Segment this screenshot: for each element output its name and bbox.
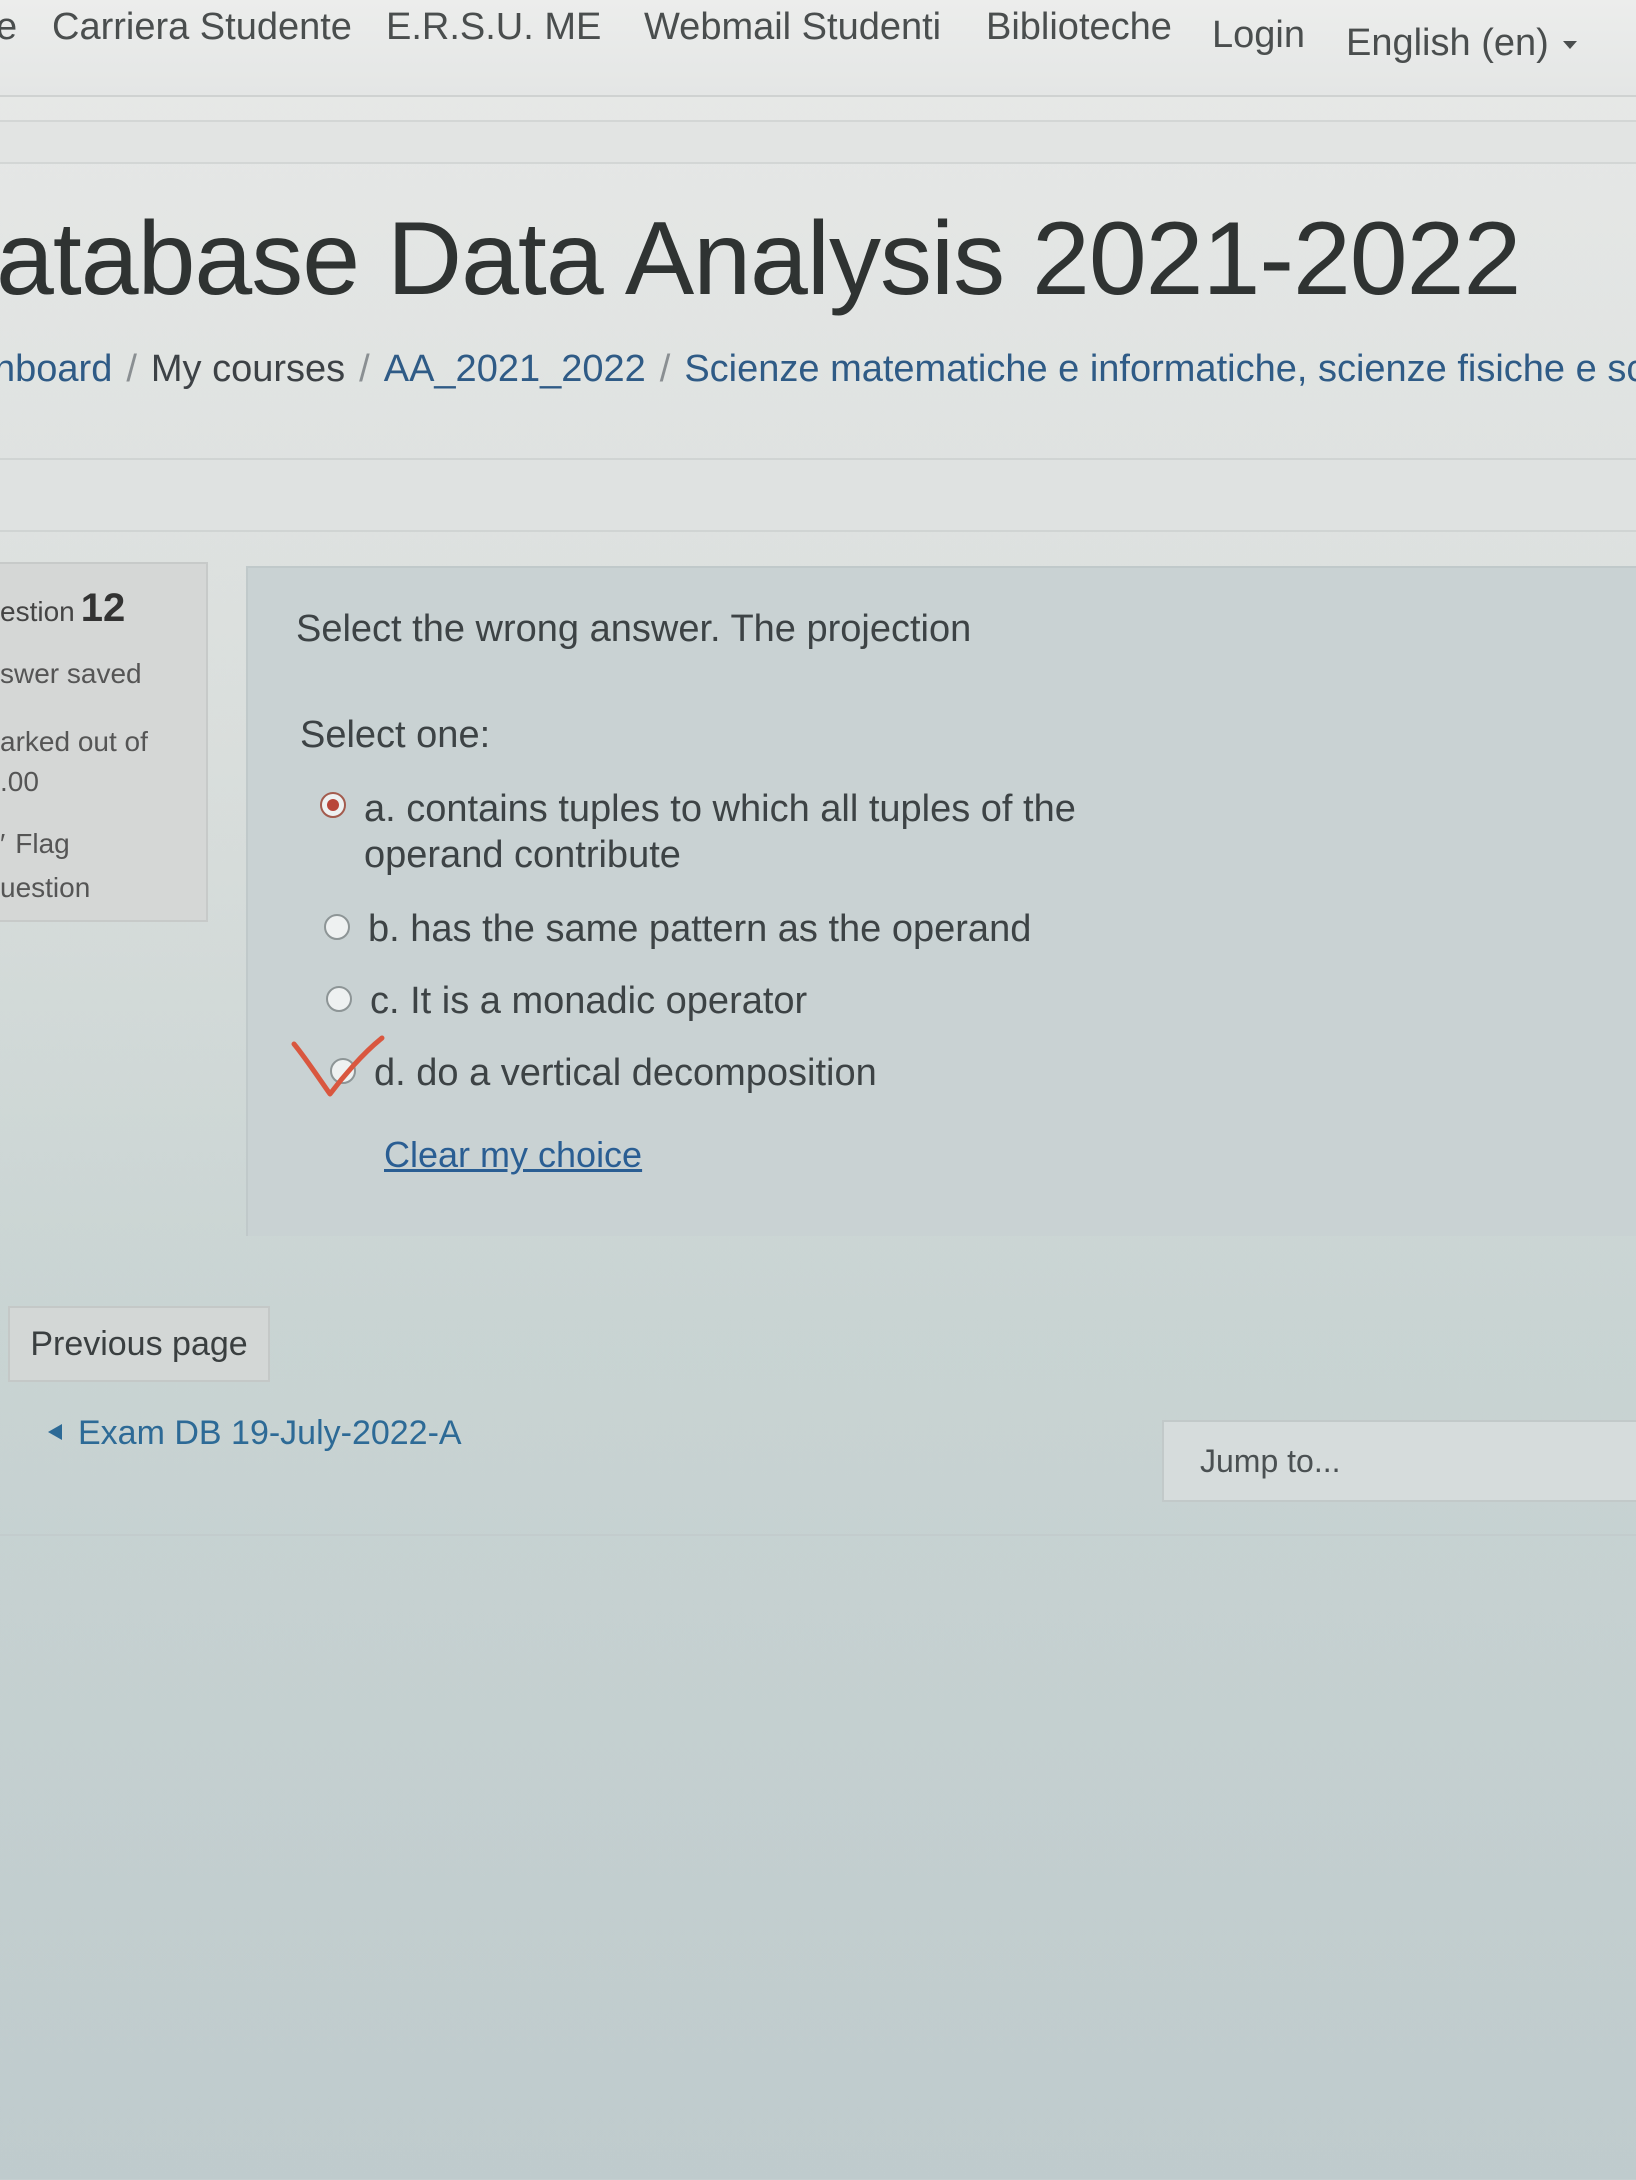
clear-choice-link[interactable]: Clear my choice — [384, 1134, 642, 1176]
question-grade-value: .00 — [0, 766, 39, 797]
nav-item-biblioteche[interactable]: Biblioteche — [986, 6, 1172, 49]
breadcrumb: nboard / My courses / AA_2021_2022 / Scienze m… — [0, 348, 1636, 391]
answer-option-a[interactable]: a. contains tuples to which all tuples o… — [320, 786, 1220, 882]
flag-label-line1: Flag — [15, 828, 70, 859]
nav-item-partial[interactable]: e — [0, 6, 17, 49]
question-state: swer saved — [0, 658, 142, 689]
question-info-panel: estion 12 swer saved arked out of .00 ′ Fl… — [0, 562, 208, 922]
question-number: estion 12 — [0, 586, 125, 631]
answer-option-c[interactable]: c. It is a monadic operator — [326, 980, 926, 1026]
breadcrumb-separator: / — [126, 348, 137, 390]
jump-to-select[interactable]: Jump to... — [1162, 1420, 1636, 1502]
handwritten-check-mark — [291, 1035, 385, 1097]
flag-icon: ′ — [0, 828, 6, 859]
answer-option-b[interactable]: b. has the same pattern as the operand — [324, 908, 1031, 954]
question-formulation: Select the wrong answer. The projection … — [246, 566, 1636, 1236]
flag-question-toggle[interactable]: ′ Flag uestion — [0, 822, 190, 910]
answer-label-a: a. contains tuples to which all tuples o… — [364, 788, 1076, 876]
page-title: atabase Data Analysis 2021-2022 — [0, 201, 1521, 317]
nav-item-webmail-studenti[interactable]: Webmail Studenti — [644, 6, 941, 49]
previous-activity-label: Exam DB 19-July-2022-A — [78, 1414, 462, 1452]
answer-label-d: d. do a vertical decomposition — [374, 1052, 877, 1094]
caret-down-icon — [1562, 40, 1577, 49]
breadcrumb-separator: / — [659, 348, 671, 390]
breadcrumb-my-courses[interactable]: My courses — [151, 348, 345, 390]
answer-prompt: Select one: — [300, 714, 491, 756]
top-navigation-bar: e Carriera Studente E.R.S.U. ME Webmail … — [0, 0, 1636, 97]
breadcrumb-academic-year[interactable]: AA_2021_2022 — [384, 348, 646, 390]
radio-button-a[interactable] — [320, 792, 346, 818]
question-grade-label: arked out of — [0, 726, 148, 757]
nav-item-ersu-me[interactable]: E.R.S.U. ME — [386, 6, 601, 49]
radio-button-c[interactable] — [326, 986, 352, 1012]
flag-label-line2: uestion — [0, 872, 91, 903]
radio-button-b[interactable] — [324, 914, 350, 940]
language-menu-label: English (en) — [1346, 22, 1549, 64]
previous-page-button[interactable]: Previous page — [8, 1306, 270, 1382]
nav-item-carriera-studente[interactable]: Carriera Studente — [52, 6, 352, 49]
nav-divider — [0, 120, 1636, 164]
answer-label-c: c. It is a monadic operator — [370, 980, 808, 1022]
arrow-left-icon — [48, 1424, 62, 1441]
previous-activity-link[interactable]: Exam DB 19-July-2022-A — [48, 1414, 462, 1453]
question-number-value: 12 — [80, 586, 126, 630]
answer-option-d[interactable]: d. do a vertical decomposition — [330, 1052, 950, 1098]
header-divider — [0, 458, 1636, 532]
question-text: Select the wrong answer. The projection — [296, 608, 972, 650]
nav-item-login[interactable]: Login — [1212, 14, 1305, 57]
breadcrumb-department[interactable]: Scienze matematiche e informatiche, scie… — [684, 348, 1636, 390]
language-menu[interactable]: English (en) — [1346, 22, 1577, 65]
breadcrumb-dashboard[interactable]: nboard — [0, 348, 112, 390]
question-grade: arked out of .00 — [0, 722, 200, 802]
question-number-label: estion — [0, 596, 75, 627]
footer-divider — [0, 1534, 1636, 1536]
breadcrumb-separator: / — [359, 348, 370, 390]
answer-label-b: b. has the same pattern as the operand — [368, 908, 1032, 950]
